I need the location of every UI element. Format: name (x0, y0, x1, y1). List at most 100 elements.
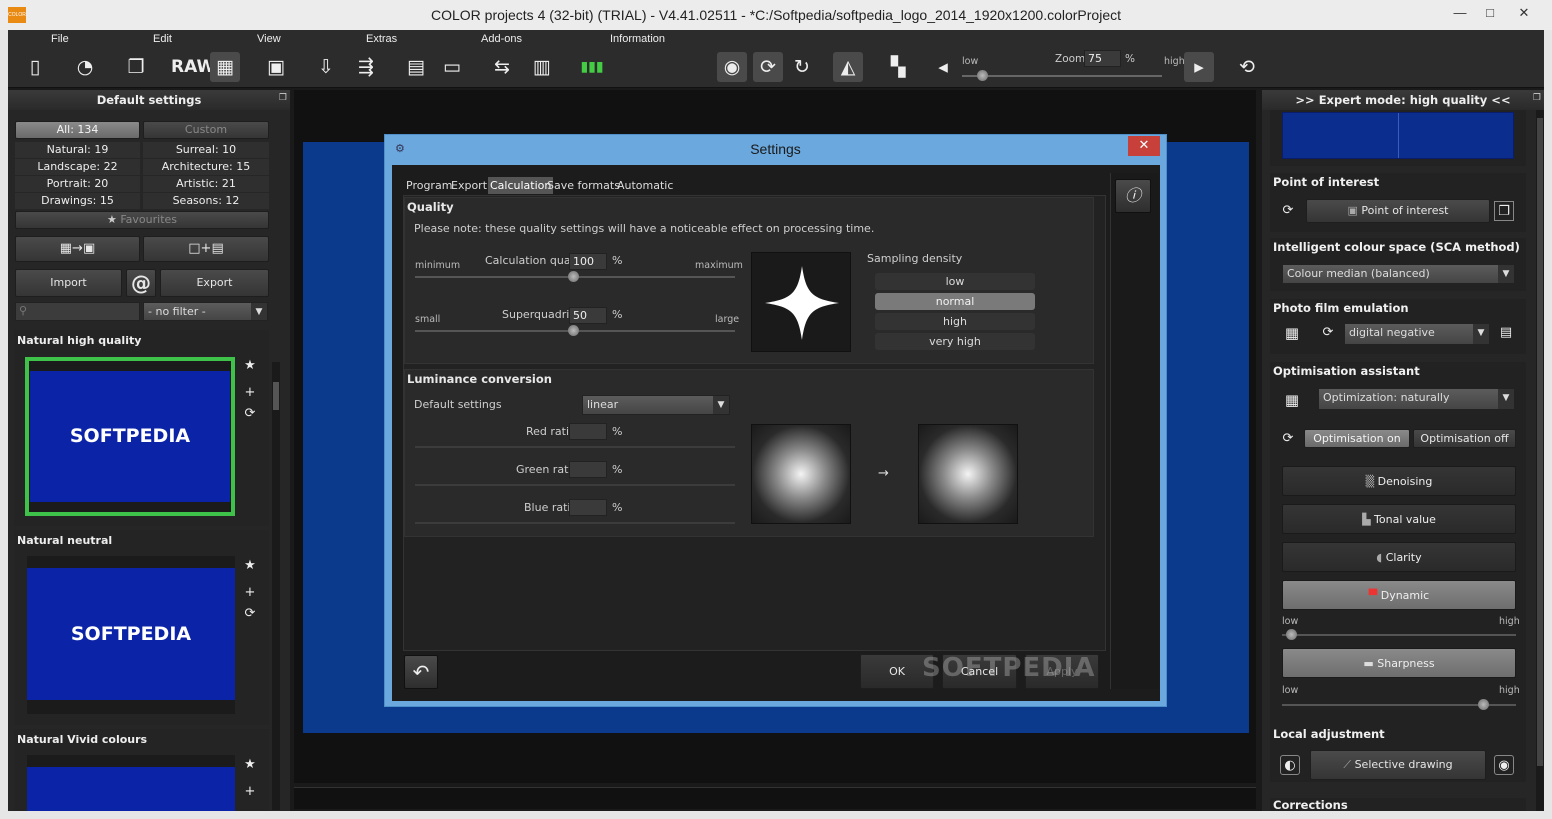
luminance-select[interactable]: linear ▼ (582, 395, 730, 415)
dynamic-slider-knob[interactable] (1286, 629, 1297, 640)
menu-view[interactable]: View (257, 33, 281, 45)
green-ratio-slider[interactable] (415, 484, 735, 486)
info-icon[interactable]: ⓘ (1115, 179, 1151, 213)
zoom-slider-knob[interactable] (977, 70, 988, 81)
point-of-interest-button[interactable]: ▣ Point of interest (1306, 199, 1490, 223)
denoising-button[interactable]: ▒ Denoising (1282, 466, 1516, 496)
menu-addons[interactable]: Add-ons (481, 33, 522, 45)
sharpness-slider-knob[interactable] (1478, 699, 1489, 710)
red-ratio-input[interactable] (569, 423, 607, 440)
email-button[interactable]: @ (126, 269, 156, 297)
contrast-icon[interactable]: ◐ (1280, 755, 1300, 775)
histogram-icon[interactable]: ▮▮▮ (577, 52, 607, 82)
filter-portrait[interactable]: Portrait: 20 (15, 176, 140, 192)
tonal-value-button[interactable]: ▙ Tonal value (1282, 504, 1516, 534)
calc-quality-input[interactable]: 100 (569, 253, 607, 270)
sampling-low[interactable]: low (875, 273, 1035, 290)
save-icon[interactable]: ▣ (261, 52, 291, 82)
batch-export-icon[interactable]: ⇶ (351, 52, 381, 82)
auto-process-icon[interactable]: ⟳ (753, 52, 783, 82)
redo-icon[interactable]: ↻ (787, 52, 817, 82)
tab-program[interactable]: Program (404, 177, 454, 194)
filter-all[interactable]: All: 134 (15, 121, 140, 139)
dynamic-slider[interactable] (1282, 629, 1516, 640)
selective-drawing-button[interactable]: ⟋ Selective drawing (1310, 750, 1486, 780)
refresh-icon[interactable]: ⟳ (240, 404, 260, 424)
minimize-button[interactable]: — (1446, 4, 1474, 22)
eye-preview-icon[interactable]: ◉ (717, 52, 747, 82)
green-ratio-input[interactable] (569, 461, 607, 478)
batch-settings-icon[interactable]: ▦ (210, 52, 240, 82)
refresh-icon[interactable]: ⟳ (1278, 429, 1298, 449)
menu-file[interactable]: File (51, 33, 69, 45)
superquadrics-slider[interactable] (415, 325, 735, 336)
opt-select[interactable]: Optimization: naturally ▼ (1318, 388, 1515, 410)
tab-save-formats[interactable]: Save formats (545, 177, 622, 194)
filter-artistic[interactable]: Artistic: 21 (143, 176, 269, 192)
import-button[interactable]: Import (15, 269, 122, 297)
undo-icon[interactable]: ↶ (404, 655, 438, 689)
tab-calculation[interactable]: Calculation (488, 177, 554, 194)
menu-information[interactable]: Information (610, 33, 665, 45)
zoom-out-icon[interactable]: ◂ (928, 52, 958, 82)
tab-automatic[interactable]: Automatic (615, 177, 675, 194)
red-ratio-slider[interactable] (415, 446, 735, 448)
zoom-input[interactable]: 75 (1084, 50, 1121, 67)
calc-quality-knob[interactable] (568, 271, 579, 282)
close-window-button[interactable]: ✕ (1510, 4, 1538, 22)
sharpness-slider[interactable] (1282, 699, 1516, 710)
export-button[interactable]: Export (160, 269, 269, 297)
add-preset-button[interactable]: □+▤ (143, 236, 269, 262)
zoom-slider[interactable] (962, 70, 1162, 81)
save-preset-button[interactable]: ▦→▣ (15, 236, 140, 262)
film-select[interactable]: digital negative ▼ (1344, 323, 1490, 345)
sampling-high[interactable]: high (875, 313, 1035, 330)
copy-icon[interactable]: ❐ (1494, 201, 1514, 221)
sca-select[interactable]: Colour median (balanced) ▼ (1282, 264, 1515, 284)
export-options-icon[interactable]: ⇩ (311, 52, 341, 82)
sharpness-button[interactable]: ▬ Sharpness (1282, 648, 1516, 678)
menu-edit[interactable]: Edit (153, 33, 172, 45)
history-icon[interactable]: ◔ (70, 52, 100, 82)
calc-quality-slider[interactable] (415, 271, 735, 282)
detach-icon[interactable]: ❐ (279, 93, 287, 103)
detach-icon[interactable]: ❐ (1533, 93, 1541, 103)
new-document-icon[interactable]: ▯ (20, 52, 50, 82)
filter-select[interactable]: - no filter - ▼ (143, 302, 268, 321)
refresh-icon[interactable]: ⟳ (1318, 323, 1338, 343)
clarity-button[interactable]: ◖ Clarity (1282, 542, 1516, 572)
filmstrip-icon[interactable]: ▭ (437, 52, 467, 82)
superquadrics-knob[interactable] (568, 325, 579, 336)
filter-natural[interactable]: Natural: 19 (15, 142, 140, 158)
right-scrollbar-thumb[interactable] (1537, 118, 1543, 766)
blue-ratio-slider[interactable] (415, 522, 735, 524)
checkerboard-icon[interactable]: ▚ (883, 52, 913, 82)
star-icon[interactable]: ★ (240, 755, 260, 775)
dialog-close-button[interactable]: ✕ (1128, 136, 1160, 156)
film-grid-icon[interactable]: ▦ (1282, 323, 1302, 343)
left-scrollbar-thumb[interactable] (273, 382, 279, 410)
raw-button[interactable]: RAW (171, 52, 215, 82)
sampling-normal[interactable]: normal (875, 293, 1035, 310)
split-view-icon[interactable]: ◭ (833, 52, 863, 82)
preset-card[interactable]: Natural neutral SOFTPEDIA ★ + ⟳ (14, 530, 269, 725)
filter-seasons[interactable]: Seasons: 12 (143, 193, 269, 209)
film-settings-icon[interactable]: ▤ (1496, 323, 1516, 343)
sampling-very-high[interactable]: very high (875, 333, 1035, 350)
refresh-icon[interactable]: ⟳ (240, 604, 260, 624)
optimisation-off-button[interactable]: Optimisation off (1413, 429, 1516, 448)
dynamic-button[interactable]: ▀ Dynamic (1282, 580, 1516, 610)
superquadrics-input[interactable]: 50 (569, 307, 607, 324)
preset-search-input[interactable]: ⚲ (15, 302, 140, 321)
filter-architecture[interactable]: Architecture: 15 (143, 159, 269, 175)
left-scrollbar[interactable] (272, 362, 280, 810)
filter-landscape[interactable]: Landscape: 22 (15, 159, 140, 175)
plus-icon[interactable]: + (240, 383, 260, 403)
star-icon[interactable]: ★ (240, 356, 260, 376)
opt-grid-icon[interactable]: ▦ (1282, 390, 1302, 410)
blue-ratio-input[interactable] (569, 499, 607, 516)
star-icon[interactable]: ★ (240, 556, 260, 576)
tab-export[interactable]: Export (449, 177, 489, 194)
menu-extras[interactable]: Extras (366, 33, 397, 45)
right-scrollbar[interactable] (1536, 110, 1544, 811)
